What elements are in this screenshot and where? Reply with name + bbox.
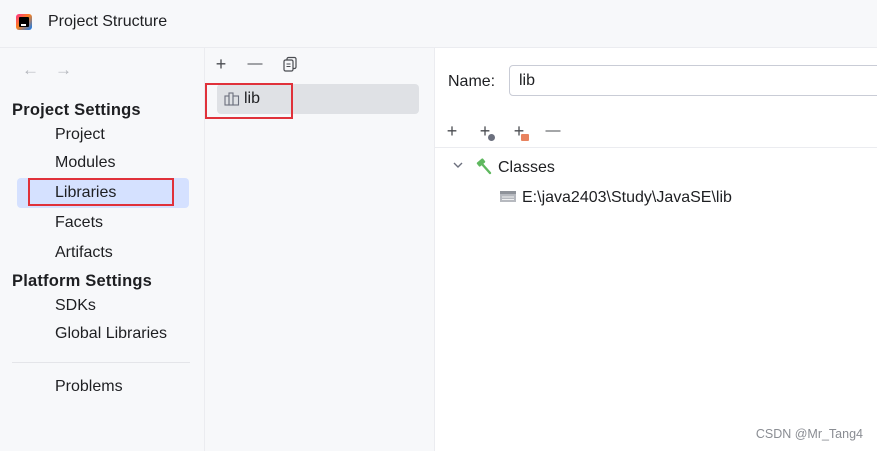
tree-node-classes[interactable]: Classes	[498, 159, 555, 177]
library-detail-panel: Name: + + + — Classes E:\java2	[435, 48, 877, 451]
copy-icon[interactable]	[280, 54, 300, 74]
sidebar-item-artifacts[interactable]: Artifacts	[17, 238, 189, 268]
lib-highlight-box	[205, 83, 293, 119]
platform-settings-header: Platform Settings	[12, 272, 153, 290]
globe-badge-icon	[488, 134, 495, 141]
sidebar-divider	[12, 362, 190, 363]
title-bar: Project Structure	[0, 0, 877, 48]
tree-node-path[interactable]: E:\java2403\Study\JavaSE\lib	[522, 189, 732, 207]
library-list-panel: + — lib	[205, 48, 435, 451]
sidebar-item-facets[interactable]: Facets	[17, 208, 189, 238]
detail-toolbar: + + + —	[435, 120, 877, 148]
sidebar-item-project[interactable]: Project	[17, 120, 189, 150]
sidebar-item-global-libraries[interactable]: Global Libraries	[17, 319, 189, 349]
sidebar-item-modules[interactable]: Modules	[17, 148, 189, 178]
sidebar-item-problems[interactable]: Problems	[17, 372, 189, 402]
remove-root-button[interactable]: —	[542, 120, 564, 142]
add-library-button[interactable]: +	[211, 54, 231, 74]
hammer-icon	[475, 157, 493, 175]
forward-arrow-icon[interactable]: →	[55, 61, 72, 78]
sidebar-item-sdks[interactable]: SDKs	[17, 291, 189, 321]
libraries-highlight-box	[28, 178, 174, 206]
chevron-down-icon[interactable]	[451, 158, 465, 172]
remove-library-button[interactable]: —	[245, 54, 265, 74]
jar-badge-icon	[521, 134, 529, 141]
project-settings-header: Project Settings	[12, 101, 141, 119]
add-jar-button[interactable]: +	[508, 120, 530, 142]
toolbar-divider	[435, 147, 877, 148]
settings-sidebar: ← → Project Settings Project Modules Lib…	[0, 48, 205, 451]
add-specification-button[interactable]: +	[474, 120, 496, 142]
add-root-button[interactable]: +	[441, 120, 463, 142]
csdn-watermark: CSDN @Mr_Tang4	[755, 427, 863, 441]
intellij-logo-icon	[16, 14, 32, 30]
library-name-input[interactable]	[509, 65, 877, 96]
window-title: Project Structure	[48, 13, 168, 30]
name-label: Name:	[448, 73, 496, 90]
folder-icon	[499, 189, 517, 203]
back-arrow-icon[interactable]: ←	[22, 61, 39, 78]
